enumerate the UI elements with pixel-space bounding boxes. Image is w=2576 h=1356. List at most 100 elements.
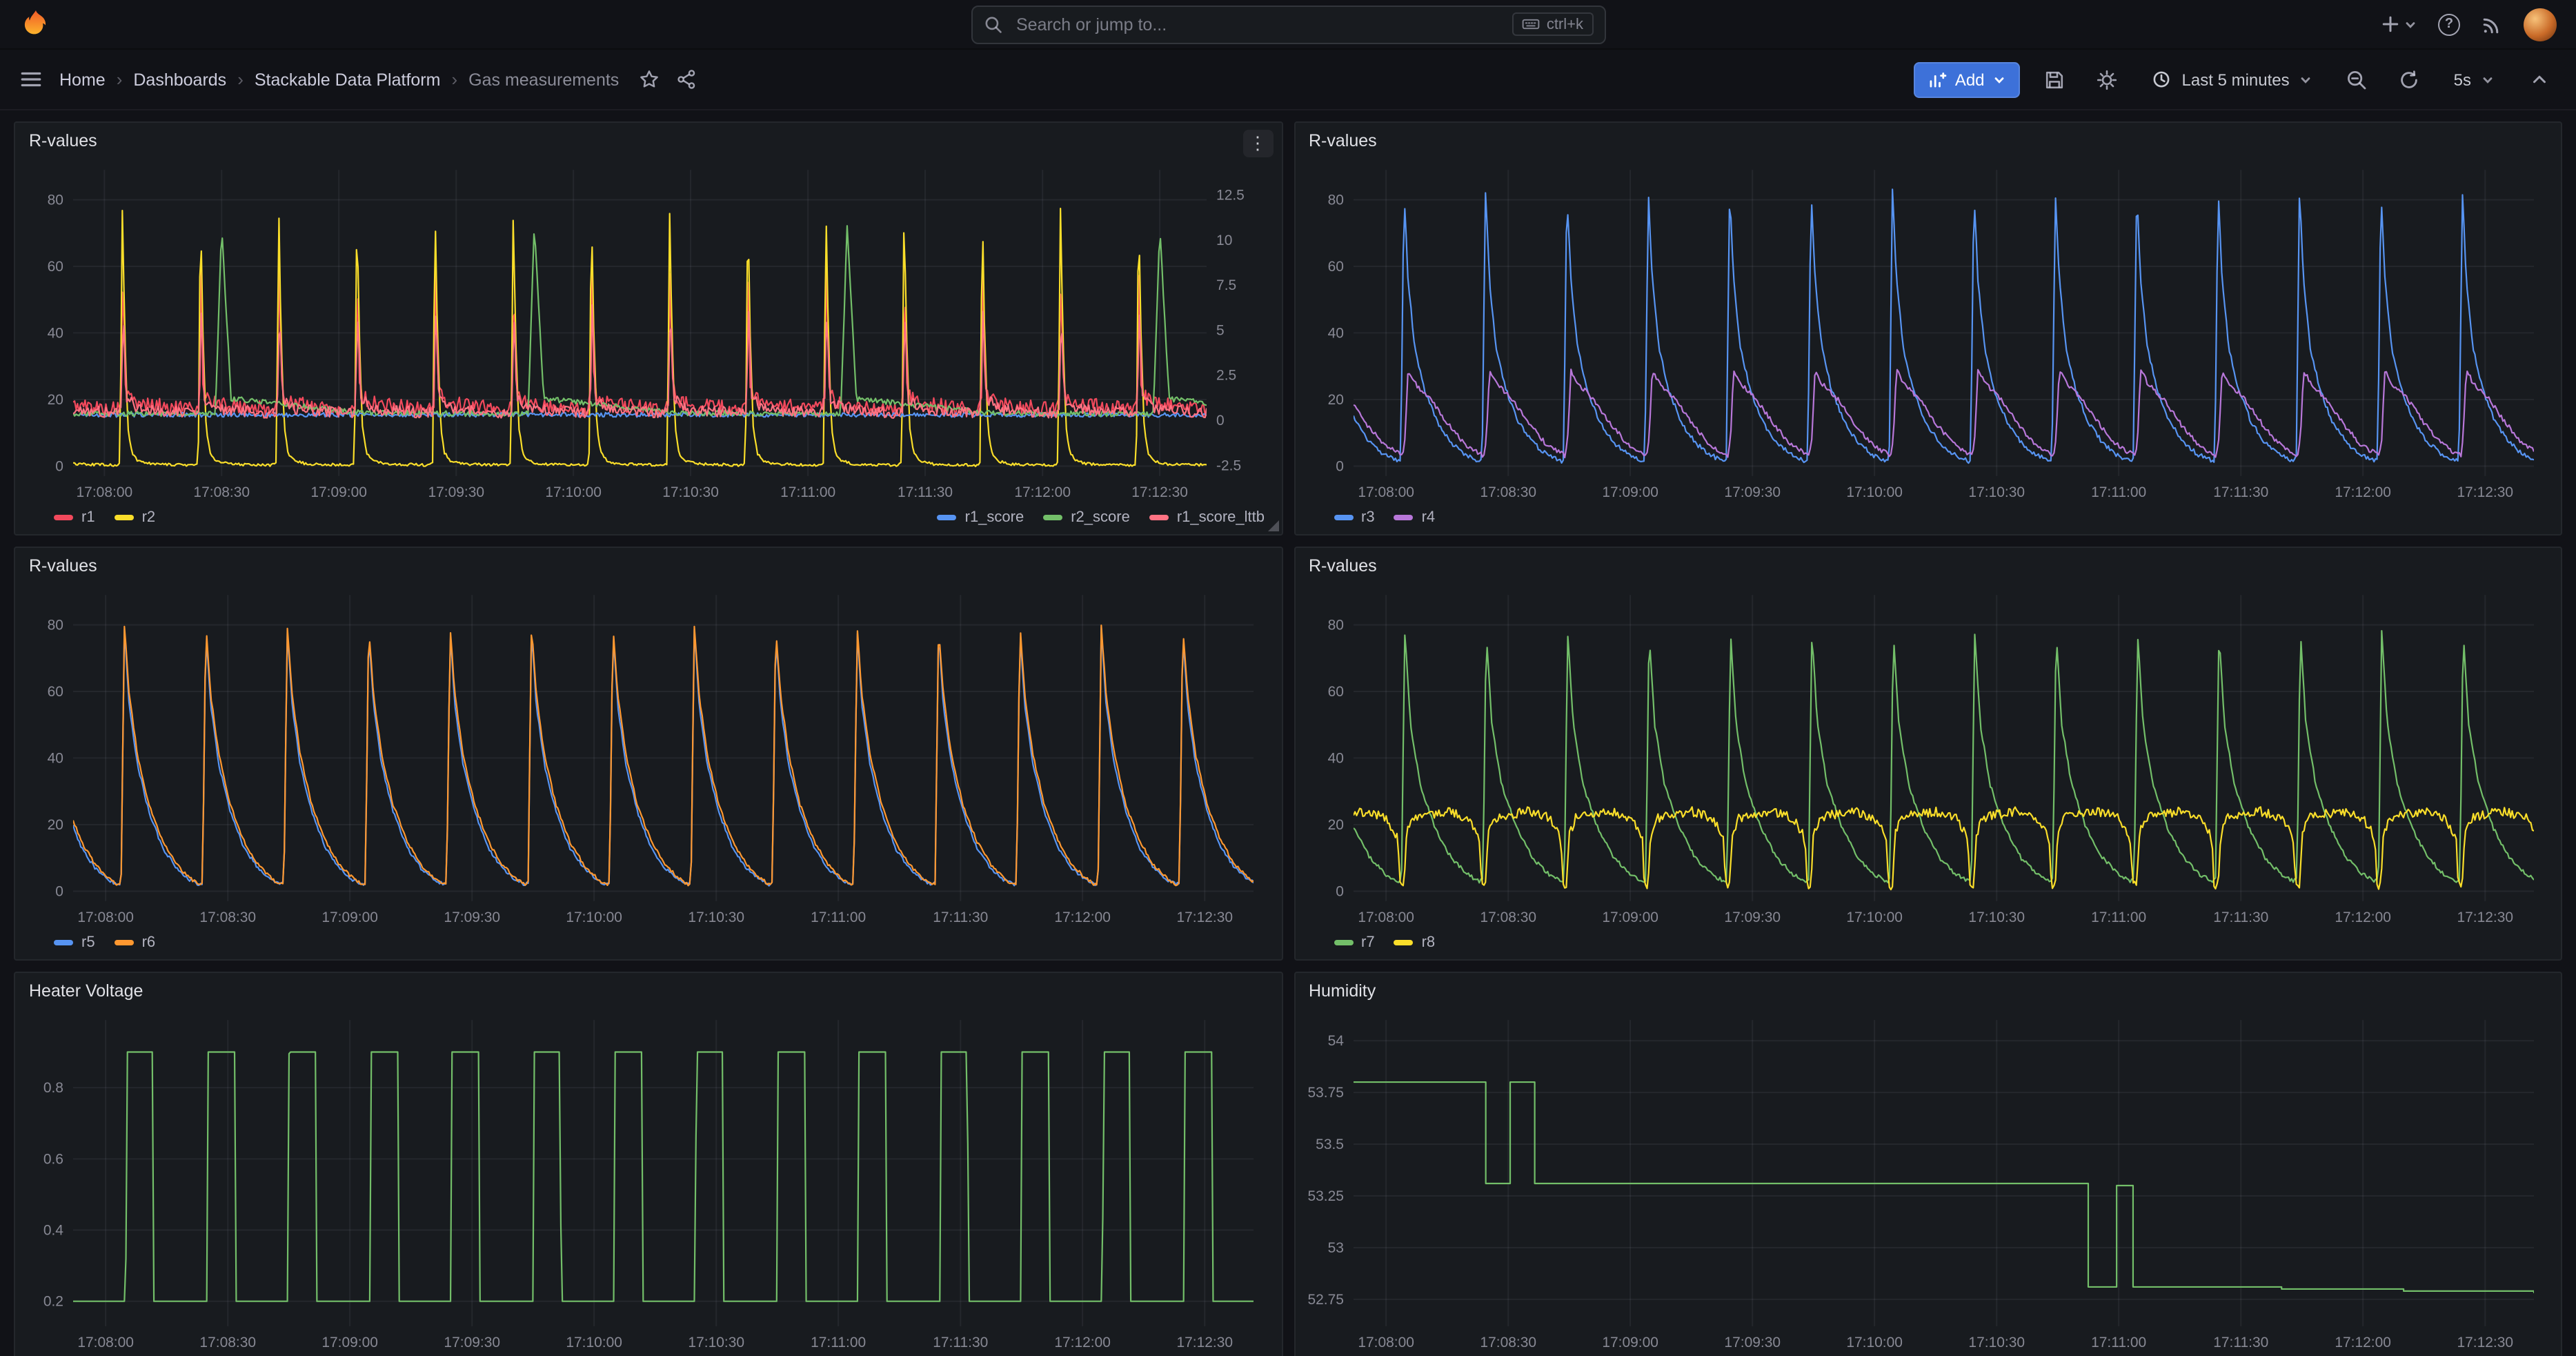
panel-header: R-values: [1295, 123, 2561, 159]
legend-item-r1[interactable]: r1: [54, 509, 95, 526]
svg-text:17:09:30: 17:09:30: [428, 484, 484, 500]
legend-swatch: [1394, 515, 1414, 520]
panel-resize-handle[interactable]: [1267, 520, 1278, 531]
search-input[interactable]: [1013, 13, 1501, 35]
panel-title[interactable]: R-values: [29, 131, 97, 150]
legend-label: r4: [1422, 509, 1436, 526]
add-panel-button[interactable]: Add: [1914, 61, 2021, 97]
svg-text:17:11:00: 17:11:00: [2090, 910, 2146, 925]
svg-text:17:11:00: 17:11:00: [811, 1335, 866, 1350]
svg-text:0.8: 0.8: [43, 1080, 63, 1096]
svg-text:17:12:30: 17:12:30: [2456, 910, 2513, 925]
panel-5-heater-voltage: Heater Voltage 17:08:0017:08:3017:09:0017…: [14, 972, 1282, 1356]
breadcrumb-separator: ›: [451, 69, 457, 90]
share-button[interactable]: [675, 69, 696, 90]
svg-text:0: 0: [1216, 413, 1225, 429]
favorite-star-button[interactable]: [638, 69, 659, 90]
svg-text:40: 40: [1327, 325, 1343, 341]
topbar-actions: ?: [2380, 8, 2557, 41]
svg-text:52.75: 52.75: [1307, 1292, 1343, 1308]
svg-text:17:12:00: 17:12:00: [2334, 1335, 2390, 1350]
legend-item-r6[interactable]: r6: [115, 934, 156, 951]
svg-text:17:11:30: 17:11:30: [2212, 910, 2268, 925]
grafana-app: ctrl+k ?: [0, 0, 2576, 1356]
svg-text:20: 20: [48, 392, 63, 408]
breadcrumb-folder[interactable]: Stackable Data Platform: [255, 70, 441, 89]
legend-item-r2_score[interactable]: r2_score: [1043, 509, 1130, 526]
svg-text:17:10:00: 17:10:00: [566, 910, 622, 925]
news-feed-button[interactable]: [2481, 13, 2503, 35]
time-range-picker[interactable]: Last 5 minutes: [2142, 61, 2323, 97]
legend-swatch: [1334, 515, 1353, 520]
svg-text:12.5: 12.5: [1216, 188, 1245, 204]
legend-label: r1: [81, 509, 95, 526]
svg-text:20: 20: [48, 817, 63, 833]
chart-plot-area[interactable]: 17:08:0017:08:3017:09:0017:09:3017:10:00…: [1306, 159, 2550, 504]
panel-header: Heater Voltage: [15, 973, 1281, 1009]
svg-text:17:09:30: 17:09:30: [1723, 1335, 1780, 1350]
legend-swatch: [1149, 515, 1169, 520]
legend-item-r3[interactable]: r3: [1334, 509, 1375, 526]
panel-2-r-values: R-values 17:08:0017:08:3017:09:0017:09:30…: [1294, 121, 2562, 535]
dashboard-toolbar: Home › Dashboards › Stackable Data Platf…: [0, 50, 2576, 110]
breadcrumb-dashboards[interactable]: Dashboards: [133, 70, 226, 89]
help-button[interactable]: ?: [2438, 13, 2460, 35]
user-profile-button[interactable]: [2524, 8, 2557, 41]
panel-title[interactable]: R-values: [29, 556, 97, 576]
legend-group: r5 r6: [54, 934, 155, 951]
panel-menu-button[interactable]: ⋮: [1242, 130, 1273, 157]
clock-icon: [2152, 69, 2172, 90]
panel-header: R-values: [15, 123, 1281, 159]
svg-text:17:12:30: 17:12:30: [2456, 1335, 2513, 1350]
panel-title[interactable]: R-values: [1309, 131, 1377, 150]
panel-title[interactable]: R-values: [1309, 556, 1377, 576]
legend-item-r7[interactable]: r7: [1334, 934, 1375, 951]
legend-swatch: [1394, 940, 1414, 945]
svg-text:17:08:00: 17:08:00: [77, 910, 134, 925]
svg-text:17:12:30: 17:12:30: [1176, 910, 1233, 925]
refresh-interval-picker[interactable]: 5s: [2444, 61, 2504, 97]
svg-text:60: 60: [48, 684, 63, 700]
chart-plot-area[interactable]: 17:08:0017:08:3017:09:0017:09:3017:10:00…: [26, 1009, 1270, 1354]
legend-item-r1_score_lttb[interactable]: r1_score_lttb: [1149, 509, 1265, 526]
grafana-logo-icon[interactable]: [19, 8, 52, 41]
refresh-button[interactable]: [2392, 61, 2428, 97]
legend-item-r5[interactable]: r5: [54, 934, 95, 951]
chart-legend: r7 r8: [1295, 929, 2561, 959]
chart-plot-area[interactable]: 17:08:0017:08:3017:09:0017:09:3017:10:00…: [26, 159, 1270, 504]
breadcrumb-home[interactable]: Home: [59, 70, 106, 89]
svg-text:17:10:30: 17:10:30: [1968, 484, 2024, 500]
save-dashboard-button[interactable]: [2037, 61, 2073, 97]
svg-text:60: 60: [48, 259, 63, 275]
chart-plot-area[interactable]: 17:08:0017:08:3017:09:0017:09:3017:10:00…: [26, 584, 1270, 929]
svg-text:17:08:00: 17:08:00: [1357, 1335, 1414, 1350]
svg-text:53.5: 53.5: [1315, 1137, 1343, 1152]
avatar: [2524, 8, 2557, 41]
dashboard-settings-button[interactable]: [2090, 61, 2126, 97]
search-bar[interactable]: ctrl+k: [971, 5, 1605, 43]
svg-text:17:10:30: 17:10:30: [688, 1335, 744, 1350]
svg-text:53.75: 53.75: [1307, 1085, 1343, 1101]
legend-item-r1_score[interactable]: r1_score: [938, 509, 1024, 526]
svg-text:17:10:00: 17:10:00: [545, 484, 602, 500]
panel-header: R-values: [15, 548, 1281, 584]
panel-6-humidity: Humidity 17:08:0017:08:3017:09:0017:09:30…: [1294, 972, 2562, 1356]
svg-text:17:10:00: 17:10:00: [566, 1335, 622, 1350]
svg-text:17:08:30: 17:08:30: [1479, 910, 1536, 925]
collapse-toolbar-button[interactable]: [2521, 61, 2557, 97]
chart-plot-area[interactable]: 17:08:0017:08:3017:09:0017:09:3017:10:00…: [1306, 1009, 2550, 1354]
panel-title[interactable]: Heater Voltage: [29, 981, 143, 1001]
time-series-svg: 17:08:0017:08:3017:09:0017:09:3017:10:00…: [1306, 159, 2550, 504]
zoom-out-button[interactable]: [2339, 61, 2375, 97]
refresh-interval-label: 5s: [2454, 70, 2471, 89]
legend-item-r4[interactable]: r4: [1394, 509, 1436, 526]
legend-swatch: [1043, 515, 1062, 520]
mega-menu-button[interactable]: [19, 68, 43, 91]
legend-item-r8[interactable]: r8: [1394, 934, 1436, 951]
panel-title[interactable]: Humidity: [1309, 981, 1376, 1001]
svg-text:17:11:00: 17:11:00: [811, 910, 866, 925]
new-menu-button[interactable]: [2380, 14, 2417, 35]
top-nav-bar: ctrl+k ?: [0, 0, 2576, 50]
legend-item-r2[interactable]: r2: [115, 509, 156, 526]
chart-plot-area[interactable]: 17:08:0017:08:3017:09:0017:09:3017:10:00…: [1306, 584, 2550, 929]
